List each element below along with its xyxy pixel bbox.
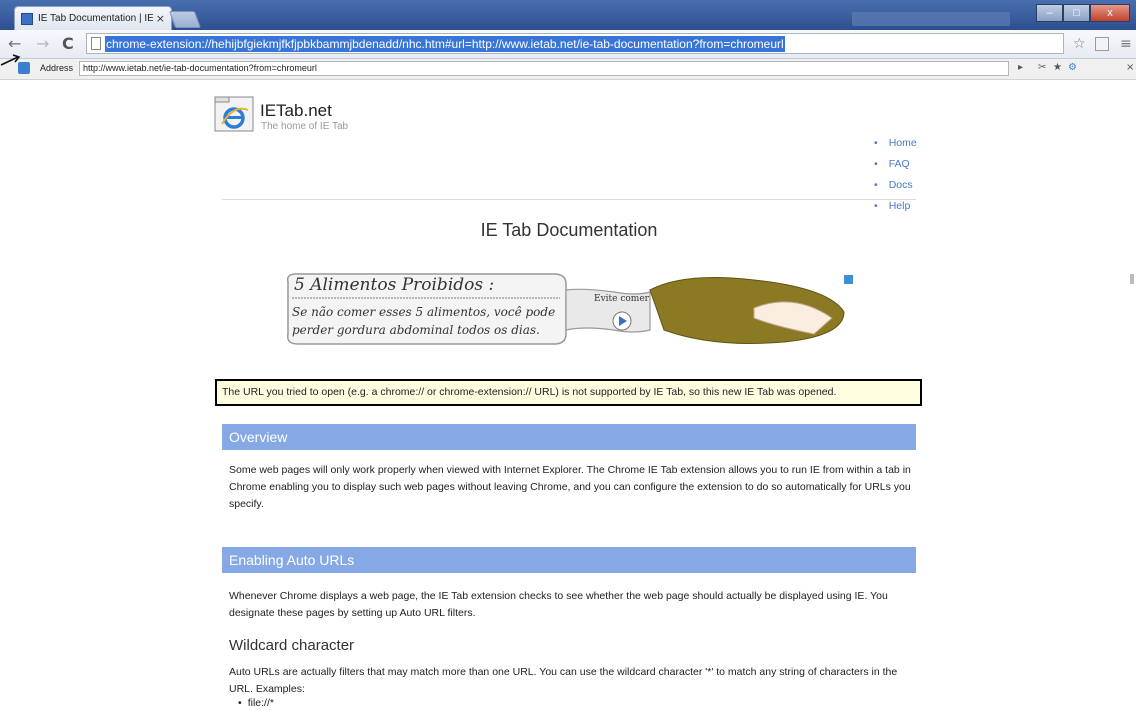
new-tab-button[interactable] bbox=[168, 11, 202, 28]
unsupported-url-notice: The URL you tried to open (e.g. a chrome… bbox=[215, 379, 922, 406]
tools-icon[interactable]: ✂ bbox=[1038, 62, 1046, 73]
window-controls: – □ x bbox=[1036, 4, 1130, 22]
ad-line-2: perder gordura abdominal todos os dias. bbox=[292, 323, 540, 337]
omnibox[interactable]: chrome-extension://hehijbfgiekmjfkfjpbkb… bbox=[86, 33, 1064, 54]
maximize-button[interactable]: □ bbox=[1063, 4, 1090, 22]
example-bullet: file://* bbox=[238, 697, 274, 709]
nav-docs[interactable]: Docs bbox=[874, 179, 917, 200]
close-window-button[interactable]: x bbox=[1090, 4, 1130, 22]
ad-cta[interactable]: Evite comer bbox=[594, 294, 649, 304]
address-label: Address bbox=[40, 63, 74, 73]
nav-faq[interactable]: FAQ bbox=[874, 158, 917, 179]
section-heading-overview: Overview bbox=[222, 424, 916, 450]
tab-title: IE Tab Documentation | IE bbox=[38, 13, 153, 24]
back-arrow-icon[interactable]: ← bbox=[8, 34, 21, 54]
omnibox-url-selected[interactable]: chrome-extension://hehijbfgiekmjfkfjpbkb… bbox=[105, 35, 785, 52]
favorites-icon[interactable]: ★ bbox=[1053, 62, 1062, 73]
overview-body: Some web pages will only work properly w… bbox=[229, 464, 911, 510]
browser-tab-active[interactable]: IE Tab Documentation | IE × bbox=[14, 6, 172, 30]
header-divider bbox=[222, 199, 916, 200]
nav-home[interactable]: Home bbox=[874, 137, 917, 158]
go-arrow-icon[interactable]: ▸ bbox=[1018, 62, 1023, 73]
close-bar-icon[interactable]: × bbox=[1126, 62, 1134, 73]
menu-icon[interactable]: ≡ bbox=[1120, 36, 1132, 52]
site-nav: Home FAQ Docs Help bbox=[874, 137, 917, 221]
ie-tab-address-bar: Address http://www.ietab.net/ie-tab-docu… bbox=[0, 59, 1136, 80]
ad-line-1: Se não comer esses 5 alimentos, você pod… bbox=[292, 305, 556, 319]
site-tagline: The home of IE Tab bbox=[261, 121, 349, 132]
title-bar-blurred-area bbox=[852, 12, 1010, 26]
forward-arrow-icon[interactable]: → bbox=[36, 34, 49, 54]
ad-banner[interactable]: 5 Alimentos Proibidos : Se não comer ess… bbox=[284, 272, 858, 348]
page-title: IE Tab Documentation bbox=[480, 220, 658, 240]
tab-close-icon[interactable]: × bbox=[156, 12, 165, 25]
bookmark-star-icon[interactable]: ☆ bbox=[1073, 36, 1086, 52]
wildcard-subheading: Wildcard character bbox=[229, 637, 355, 654]
adchoices-icon[interactable] bbox=[844, 275, 853, 284]
section-heading-auto-urls: Enabling Auto URLs bbox=[222, 547, 916, 573]
browser-toolbar: ← → C chrome-extension://hehijbfgiekmjfk… bbox=[0, 30, 1136, 59]
ietab-logo-icon bbox=[214, 96, 254, 132]
browser-title-bar: IE Tab Documentation | IE × – □ x bbox=[0, 0, 1136, 30]
site-name[interactable]: IETab.net bbox=[260, 101, 332, 121]
cursor-arrow-icon bbox=[0, 54, 21, 66]
scrollbar[interactable] bbox=[1130, 274, 1134, 284]
ie-address-input[interactable]: http://www.ietab.net/ie-tab-documentatio… bbox=[79, 61, 1009, 76]
auto-urls-body: Whenever Chrome displays a web page, the… bbox=[229, 590, 888, 619]
page-icon bbox=[91, 37, 101, 50]
reload-icon[interactable]: C bbox=[62, 34, 74, 54]
nav-help[interactable]: Help bbox=[874, 200, 917, 221]
settings-gear-icon[interactable]: ⚙ bbox=[1068, 62, 1077, 73]
minimize-button[interactable]: – bbox=[1036, 4, 1063, 22]
ad-title: 5 Alimentos Proibidos : bbox=[294, 275, 495, 295]
wildcard-body: Auto URLs are actually filters that may … bbox=[229, 666, 898, 695]
ie-tab-extension-icon[interactable] bbox=[1095, 37, 1109, 51]
ie-tab-favicon-icon bbox=[21, 12, 33, 25]
